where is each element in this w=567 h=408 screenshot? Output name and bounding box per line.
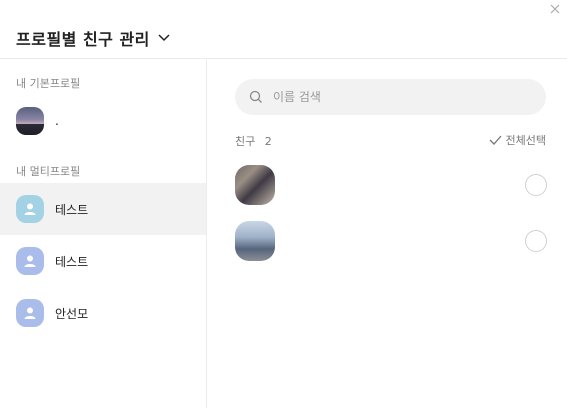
profile-name: 테스트 — [55, 202, 89, 217]
friend-avatar — [235, 221, 275, 261]
profile-name: 테스트 — [55, 254, 89, 269]
multi-profile-section-label: 내 멀티프로필 — [16, 165, 81, 178]
friend-row[interactable] — [235, 164, 547, 206]
sidebar-item-multi-profile[interactable]: 테스트 — [0, 235, 206, 287]
friend-row[interactable] — [235, 220, 547, 262]
search-bar[interactable] — [235, 79, 546, 115]
header: 프로필별 친구 관리 — [0, 0, 567, 59]
avatar — [16, 247, 44, 275]
avatar — [16, 107, 44, 135]
person-icon — [24, 307, 36, 319]
friend-avatar — [235, 165, 275, 205]
profile-name: 안선모 — [55, 306, 89, 321]
friend-panel: 친구 2 전체선택 — [207, 59, 567, 408]
chevron-down-icon — [158, 34, 170, 42]
person-icon — [24, 255, 36, 267]
avatar — [16, 299, 44, 327]
friends-label: 친구 — [235, 135, 256, 148]
page-title: 프로필별 친구 관리 — [16, 30, 150, 49]
check-icon — [489, 135, 502, 145]
friend-count-row: 친구 2 — [235, 133, 272, 149]
friend-select-radio[interactable] — [525, 230, 547, 252]
person-icon — [24, 203, 36, 215]
search-icon — [249, 90, 262, 103]
profile-name: . — [55, 114, 59, 128]
friend-select-radio[interactable] — [525, 174, 547, 196]
search-input[interactable] — [271, 89, 525, 105]
sidebar-item-multi-profile[interactable]: 테스트 — [0, 183, 206, 235]
avatar — [16, 195, 44, 223]
sidebar: 내 기본프로필 . 내 멀티프로필 테스트 테스트 안선모 — [0, 59, 207, 408]
select-all-button[interactable]: 전체선택 — [489, 132, 546, 148]
basic-profile-section-label: 내 기본프로필 — [16, 77, 81, 90]
sidebar-item-basic-profile[interactable]: . — [0, 95, 206, 147]
profile-selector[interactable]: 프로필별 친구 관리 — [16, 26, 170, 50]
friends-count: 2 — [264, 135, 272, 148]
sidebar-item-multi-profile[interactable]: 안선모 — [0, 287, 206, 339]
select-all-label: 전체선택 — [505, 134, 546, 147]
